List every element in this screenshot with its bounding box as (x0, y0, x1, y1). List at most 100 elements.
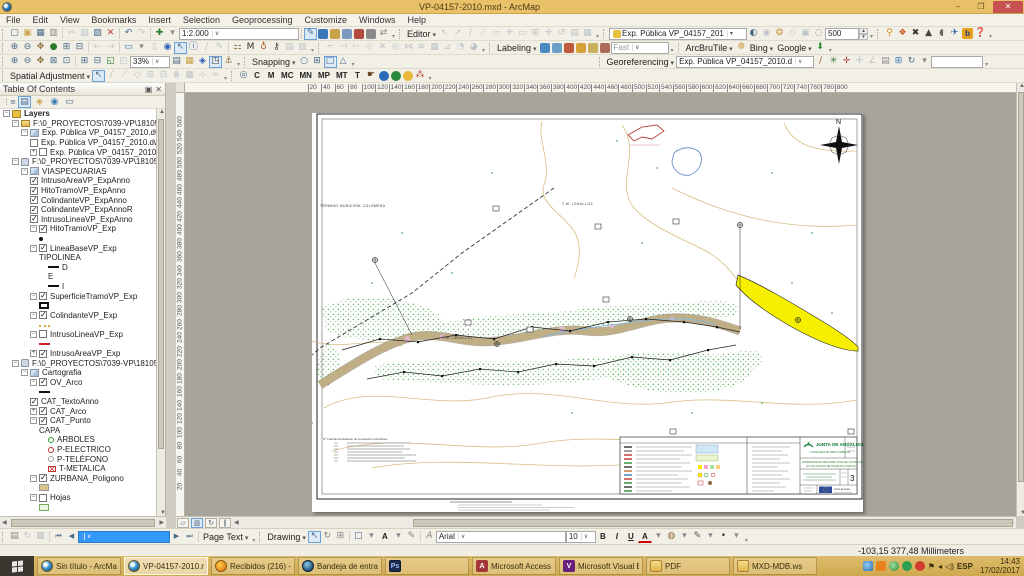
toolbar-grip[interactable] (2, 532, 5, 542)
custom-letter-button-mp[interactable]: MP (315, 70, 333, 82)
autoregister-icon[interactable] (827, 56, 840, 68)
toc-item-d[interactable]: D (0, 263, 157, 273)
toolbar-grip[interactable] (2, 57, 5, 67)
menu-geoprocessing[interactable]: Geoprocessing (226, 15, 299, 25)
expand-icon[interactable]: − (30, 379, 37, 386)
tray-firefox-icon[interactable] (876, 561, 886, 571)
menu-insert[interactable]: Insert (142, 15, 177, 25)
layer-visibility-checkbox[interactable] (30, 139, 38, 147)
next-page-icon[interactable] (170, 531, 183, 543)
toc-item-arboles[interactable]: ARBOLES (0, 435, 157, 445)
rotate-icon[interactable] (905, 56, 918, 68)
copy-icon[interactable] (78, 28, 91, 40)
effects-layer-combo[interactable]: Exp. Pública VP_04157_201▾ (609, 28, 747, 40)
expand-icon[interactable]: − (21, 168, 28, 175)
bing-maps-icon[interactable]: b (962, 28, 973, 39)
previous-page-icon[interactable] (65, 531, 78, 543)
ddp-setup-icon[interactable] (196, 56, 209, 68)
toc-item-tipolinea[interactable]: TIPOLINEA (0, 253, 157, 263)
tray-shield-icon[interactable] (902, 561, 912, 571)
georeferencing-layer-combo[interactable]: Exp. Pública VP_04157_2010.d∨ (676, 56, 814, 68)
google-menu[interactable]: Google (777, 43, 812, 53)
undo-icon[interactable] (122, 28, 135, 40)
expand-icon[interactable]: − (30, 331, 37, 338)
identify-icon[interactable] (187, 42, 200, 54)
toolbar-grip[interactable] (2, 71, 5, 81)
refresh-view-button[interactable]: ↻ (205, 518, 217, 528)
add-data-dropdown[interactable] (166, 28, 179, 40)
toc-window-icon[interactable] (318, 29, 328, 39)
hand-pointer-icon[interactable] (365, 70, 378, 82)
label-tool-4-icon[interactable] (576, 43, 586, 53)
python-window-icon[interactable] (366, 29, 376, 39)
snap-end-icon[interactable] (311, 56, 324, 68)
toc-item-symbol[interactable] (0, 502, 157, 512)
toc-vertical-scrollbar[interactable]: ▲ ▼ (156, 109, 165, 516)
tray-flag-icon[interactable]: ⚑ (928, 562, 935, 571)
tray-hidden-icons[interactable]: ◂ (938, 562, 942, 571)
layout-zoom-in-icon[interactable] (8, 56, 21, 68)
taskbar-app-sin-t-tulo-arcmap[interactable]: Sin título - ArcMap (37, 557, 121, 575)
layer-visibility-checkbox[interactable] (39, 494, 47, 502)
layer-visibility-checkbox[interactable] (39, 225, 47, 233)
anchor-icon[interactable] (222, 56, 235, 68)
label-tool-1-icon[interactable] (540, 43, 550, 53)
find-route-icon[interactable] (257, 42, 270, 54)
current-page-combo[interactable]: ∨ (78, 531, 170, 543)
layer-visibility-checkbox[interactable] (39, 148, 47, 156)
italic-button[interactable]: I (610, 531, 624, 543)
viewer-icon[interactable] (892, 56, 905, 68)
toc-item-intrusolineavp-expanno[interactable]: IntrusoLineaVP_ExpAnno (0, 215, 157, 225)
expand-icon[interactable]: − (30, 293, 37, 300)
layer-visibility-checkbox[interactable] (39, 474, 47, 482)
page-text-menu[interactable]: Page Text (203, 532, 248, 542)
clear-selection-icon[interactable] (161, 42, 174, 54)
toc-item-symbol[interactable] (0, 301, 157, 311)
taskbar-app-recibidos-216-e[interactable]: Recibidos (216) - E... (211, 557, 295, 575)
pan-icon[interactable] (34, 42, 47, 54)
layout-fixed-in-icon[interactable] (78, 56, 91, 68)
toc-list-by-drawing-icon[interactable] (3, 96, 16, 108)
expand-icon[interactable]: − (12, 120, 19, 127)
toc-item-intrusolineavp-exp[interactable]: −IntrusoLineaVP_Exp (0, 330, 157, 340)
menu-customize[interactable]: Customize (299, 15, 354, 25)
menu-view[interactable]: View (54, 15, 85, 25)
toc-item-colindantevp-expannor[interactable]: ColindanteVP_ExpAnnoR (0, 205, 157, 215)
expand-icon[interactable]: − (21, 129, 28, 136)
layer-visibility-checkbox[interactable] (39, 378, 47, 386)
cut-icon[interactable] (65, 28, 78, 40)
catalog-window-icon[interactable] (330, 29, 340, 39)
text-tool-button[interactable]: A (378, 531, 392, 543)
expand-icon[interactable]: − (30, 245, 37, 252)
data-view-button[interactable]: ▱ (177, 518, 189, 528)
editor-menu[interactable]: Editor (407, 29, 436, 39)
toolbar-grip[interactable] (399, 29, 402, 39)
toc-item-intrusoareavp-exp[interactable]: +IntrusoAreaVP_Exp (0, 349, 157, 359)
toc-item-t-metalica[interactable]: T-METALICA (0, 464, 157, 474)
layer-visibility-checkbox[interactable] (39, 407, 47, 415)
toc-item-f-0-proyectos-7039-vp-181050[interactable]: −F:\0_PROYECTOS\7039-VP\18105001\VP-041 (0, 157, 157, 167)
toc-item-exp-p-blica-vp-04157-2010-dw[interactable]: −Exp. Pública VP_04157_2010.dwg (0, 128, 157, 138)
download-icon[interactable] (814, 42, 827, 54)
layer-visibility-checkbox[interactable] (39, 244, 47, 252)
toc-item-p-tel-fono[interactable]: P-TELÉFONO (0, 454, 157, 464)
help-icon[interactable] (974, 28, 987, 40)
drawing-menu[interactable]: Drawing (267, 532, 305, 542)
layer-visibility-checkbox[interactable] (30, 177, 38, 185)
taskbar-app-pdf[interactable]: PDF (646, 557, 730, 575)
expand-icon[interactable]: + (30, 350, 37, 357)
open-icon[interactable] (21, 28, 34, 40)
font-family-combo[interactable]: Arial∨ (436, 531, 566, 543)
toc-pin-icon[interactable]: ▣ (145, 85, 153, 94)
bing-menu[interactable]: Bing (750, 43, 773, 53)
custom-tool-2-icon[interactable] (896, 28, 909, 40)
toc-item-hitotramovp-expanno[interactable]: HitoTramoVP_ExpAnno (0, 186, 157, 196)
contrast-icon[interactable] (747, 28, 760, 40)
labeling-menu[interactable]: Labeling (497, 43, 537, 53)
layer-visibility-checkbox[interactable] (30, 206, 38, 214)
toc-item-p-electrico[interactable]: P-ELECTRICO (0, 445, 157, 455)
menu-bookmarks[interactable]: Bookmarks (85, 15, 142, 25)
expand-icon[interactable]: − (30, 312, 37, 319)
toc-item-colindantevp-exp[interactable]: −ColindanteVP_Exp (0, 310, 157, 320)
expand-icon[interactable]: − (3, 110, 10, 117)
